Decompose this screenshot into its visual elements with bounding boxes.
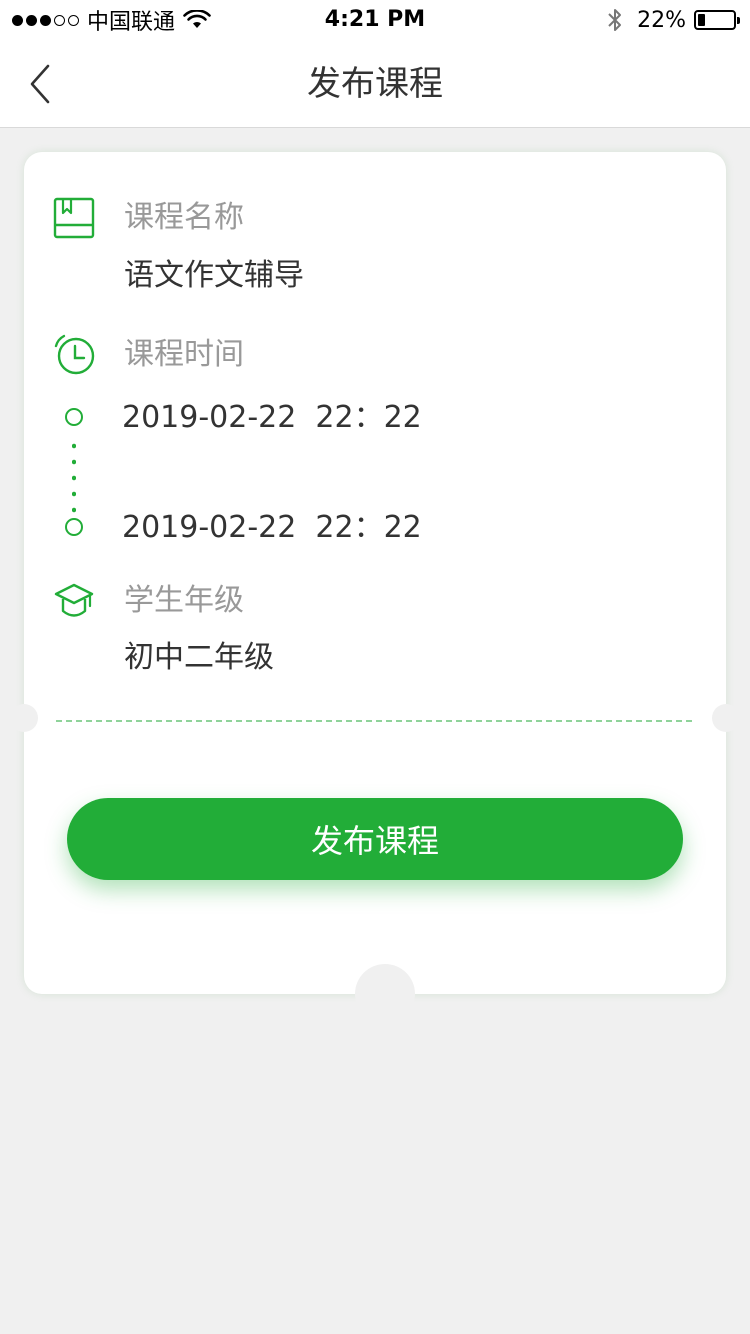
battery-icon bbox=[694, 10, 740, 30]
status-bar: 中国联通 4:21 PM 22% bbox=[0, 0, 750, 40]
ticket-notch-right bbox=[712, 704, 740, 732]
timeline-end-dot bbox=[65, 518, 83, 536]
nav-bar: 发布课程 bbox=[0, 40, 750, 128]
course-start-time[interactable]: 2019-02-22 22：22 bbox=[122, 398, 422, 438]
bluetooth-icon bbox=[608, 9, 622, 31]
course-name-label: 课程名称 bbox=[124, 200, 244, 235]
student-grade-value[interactable]: 初中二年级 bbox=[124, 638, 274, 678]
publish-course-button[interactable]: 发布课程 bbox=[67, 798, 683, 880]
status-right: 22% bbox=[607, 6, 740, 34]
timeline-connector bbox=[72, 438, 76, 514]
course-end-time[interactable]: 2019-02-22 22：22 bbox=[122, 508, 422, 548]
graduation-cap-icon bbox=[54, 583, 94, 617]
timeline-start-dot bbox=[65, 408, 83, 426]
battery-percent: 22% bbox=[637, 7, 686, 33]
ticket-notch-left bbox=[10, 704, 38, 732]
page-title: 发布课程 bbox=[307, 64, 443, 104]
course-name-value[interactable]: 语文作文辅导 bbox=[124, 256, 304, 296]
course-time-label: 课程时间 bbox=[124, 337, 244, 372]
course-card: 课程名称 语文作文辅导 课程时间 2019-02-22 22：22 2019-0… bbox=[10, 152, 740, 1024]
book-icon bbox=[53, 197, 95, 239]
clock-icon bbox=[54, 334, 95, 375]
battery-level bbox=[698, 14, 706, 26]
dashed-divider bbox=[56, 720, 692, 722]
ticket-notch-bottom bbox=[355, 964, 415, 1024]
student-grade-label: 学生年级 bbox=[124, 583, 244, 618]
